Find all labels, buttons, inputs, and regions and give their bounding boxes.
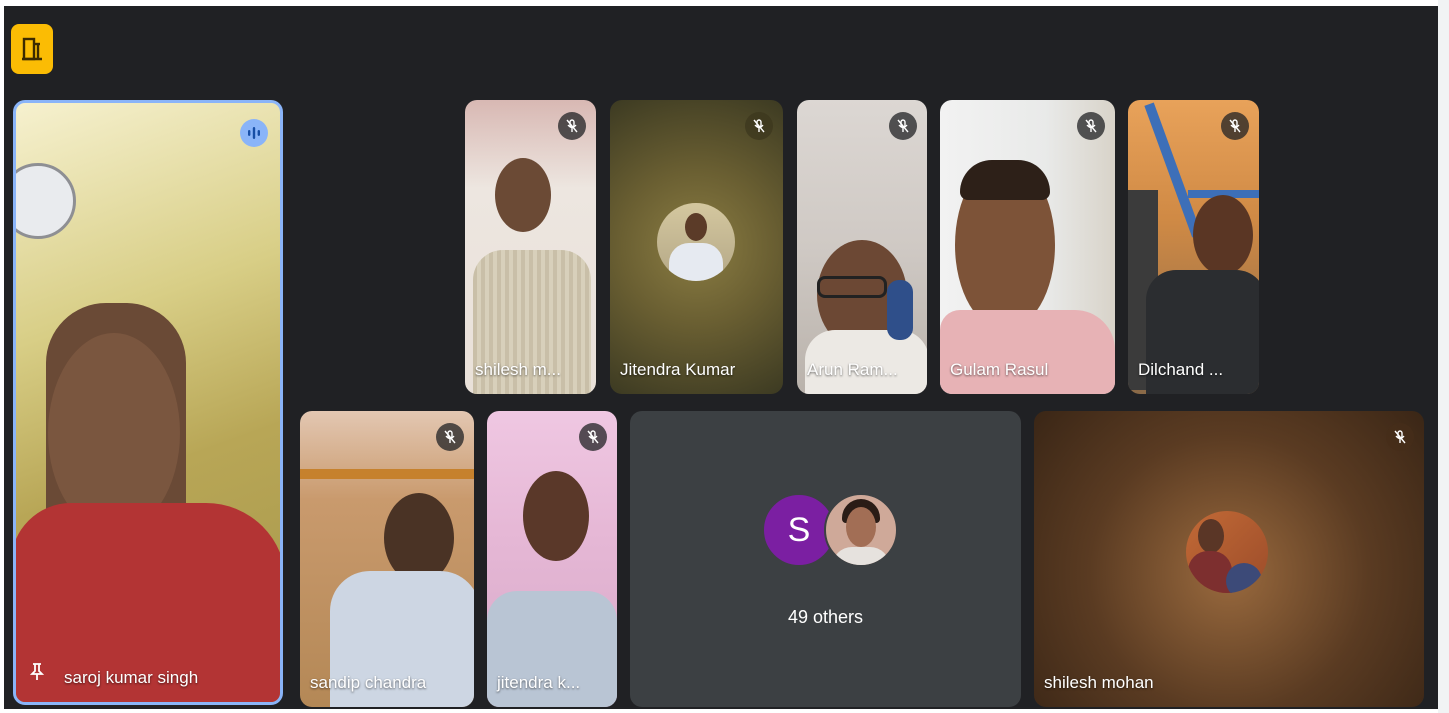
participant-tile-dilchand[interactable]: Dilchand ... [1128,100,1259,394]
mic-off-icon [1394,430,1406,444]
participant-tile-shilesh-mohan[interactable]: shilesh mohan [1034,411,1424,707]
mic-off-indicator [889,112,917,140]
participant-video [797,100,927,394]
meeting-app-icon[interactable] [11,24,53,74]
mic-off-indicator [745,112,773,140]
mic-off-icon [587,430,599,444]
participant-name: shilesh m... [475,360,561,379]
participant-tile-jitendra-kumar[interactable]: Jitendra Kumar [610,100,783,394]
participant-name: sandip chandra [310,673,427,692]
participant-name: Dilchand ... [1138,360,1224,379]
participant-video [465,100,596,394]
mic-off-indicator [1077,112,1105,140]
participant-avatar [657,203,735,281]
door-exit-icon [22,37,42,61]
participant-name: jitendra k... [497,673,581,692]
others-tile[interactable]: S 49 others [630,411,1021,707]
participant-tile-arun[interactable]: Arun Ram... [797,100,927,394]
participant-name: Jitendra Kumar [620,360,736,379]
speaking-indicator [240,119,268,147]
mic-off-icon [1229,119,1241,133]
others-count-label: 49 others [787,607,864,627]
participant-avatar [1186,511,1268,593]
others-initial: S [787,510,811,549]
participant-name: Arun Ram... [807,360,898,379]
participant-video [487,411,617,707]
mic-off-indicator [436,423,464,451]
participant-tile-saroj[interactable]: saroj kumar singh [13,100,283,705]
mic-off-icon [753,119,765,133]
speaking-icon [248,127,260,139]
participant-tile-sandip[interactable]: sandip chandra [300,411,474,707]
mic-off-indicator [579,423,607,451]
mic-off-indicator [558,112,586,140]
pin-icon[interactable] [29,663,45,686]
participant-video [1128,100,1259,394]
others-photo-avatar [824,493,898,567]
participant-name: saroj kumar singh [64,668,199,687]
participant-video [940,100,1115,394]
mic-off-icon [566,119,578,133]
mic-off-indicator [1386,423,1414,451]
participant-video [300,411,474,707]
mic-off-indicator [1221,112,1249,140]
participant-tile-gulam[interactable]: Gulam Rasul [940,100,1115,394]
participant-tile-shilesh-m[interactable]: shilesh m... [465,100,596,394]
participant-name: shilesh mohan [1044,673,1154,692]
mic-off-icon [897,119,909,133]
mic-off-icon [1085,119,1097,133]
participant-name: Gulam Rasul [950,360,1049,379]
mic-off-icon [444,430,456,444]
participant-video [16,103,280,702]
meeting-stage: saroj kumar singh shilesh m... Jitendra … [4,6,1438,709]
page-edge [1438,0,1449,713]
participant-tile-jitendra-k[interactable]: jitendra k... [487,411,617,707]
